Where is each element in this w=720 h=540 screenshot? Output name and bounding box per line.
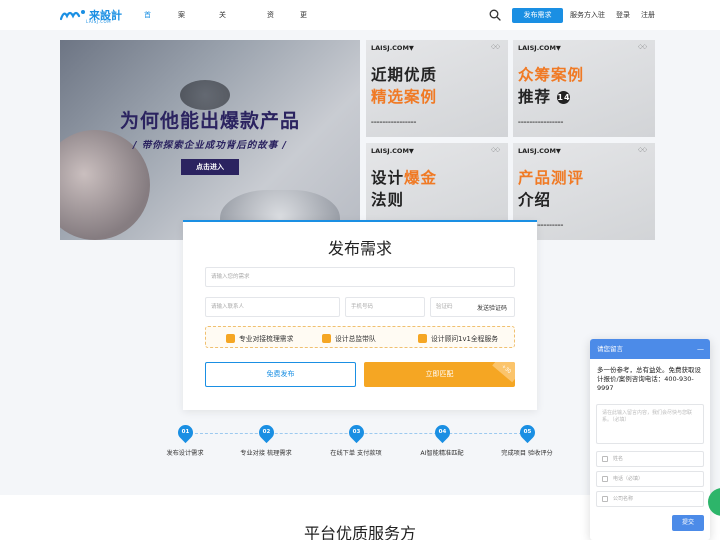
location-pin-icon: 04 [431, 421, 453, 444]
chat-submit-button[interactable]: 提交 [672, 515, 704, 531]
card-title-part: 爆金 [404, 169, 438, 187]
top-header: 来設計 LAISJ.COM 首页 案例库 关于我们 资讯 更多 发布需求 服务方… [0, 0, 720, 109]
chat-name-input[interactable]: 姓名 [596, 451, 704, 467]
chat-company-input[interactable]: 公司名称 [596, 491, 704, 507]
minimize-icon[interactable]: — [697, 339, 704, 359]
card-logo-icon: ◌◌ [491, 147, 500, 153]
chat-phone-placeholder: 电话（必填） [613, 476, 644, 482]
login-link[interactable]: 登录 [616, 0, 630, 30]
logo-subtitle: LAISJ.COM [86, 19, 112, 24]
form-title: 发布需求 [327, 239, 392, 258]
step-label: 在线下单 支付款项 [330, 450, 382, 457]
building-icon [602, 496, 608, 502]
phone-input[interactable]: 手机号码 [345, 297, 425, 317]
contact-input[interactable]: 请输入联系人 [205, 297, 340, 317]
logo-mark-icon [60, 10, 85, 21]
step-item: 04 AI智能精准匹配 [412, 421, 472, 457]
person-icon [226, 333, 235, 343]
send-code-button[interactable]: 发送验证码 [470, 299, 514, 319]
step-number: 04 [438, 429, 446, 435]
step-number: 01 [181, 429, 189, 435]
match-label: 立即匹配 [425, 370, 454, 378]
requirement-input[interactable]: 请输入您的需求 [205, 267, 515, 287]
feature-label: 设计顾问1v1全程服务 [431, 335, 499, 343]
location-pin-icon: 01 [174, 421, 196, 444]
card-title-line2: 精选案例 [371, 88, 438, 106]
location-pin-icon: 03 [345, 421, 367, 444]
provider-join-link[interactable]: 服务方入驻 [570, 0, 605, 30]
card-title-line1: 产品测评 [518, 169, 585, 187]
phone-icon [602, 476, 608, 482]
feature-item: 设计顾问1v1全程服务 [418, 327, 498, 349]
card-fine-print: ▬▬▬▬▬▬▬▬▬▬▬▬▬▬▬▬ [371, 120, 417, 124]
step-item: 02 专业对接 梳理需求 [236, 421, 296, 457]
step-label: 专业对接 梳理需求 [240, 450, 292, 457]
search-icon[interactable] [489, 9, 501, 21]
instant-match-button[interactable]: 立即匹配 +30 [364, 362, 515, 387]
free-publish-button[interactable]: 免费发布 [205, 362, 356, 387]
chat-message-textarea[interactable]: 请在此输入留言内容，我们会尽快与您联系。（必填） [596, 404, 704, 444]
card-brand: LAISJ.COM▼ [371, 147, 414, 155]
request-form-panel: 发布需求 请输入您的需求 请输入联系人 手机号码 验证码 发送验证码 专业对接梳… [183, 220, 537, 410]
chat-widget: 请您留言 — 多一份参考，总有益处。免费获取设计报价/案例咨询电话：400-93… [590, 339, 710, 540]
card-title-line2: 推荐 14 [518, 85, 571, 107]
register-link[interactable]: 注册 [641, 0, 655, 30]
card-title-line1: 众筹案例 [518, 66, 585, 84]
chat-company-placeholder: 公司名称 [613, 496, 634, 502]
publish-request-button[interactable]: 发布需求 [512, 8, 563, 23]
issue-badge: 14 [557, 91, 571, 104]
card-fine-print: ▬▬▬▬▬▬▬▬▬▬▬▬▬▬▬▬ [518, 120, 564, 124]
step-number: 05 [523, 429, 531, 435]
match-tag: +30 [492, 362, 515, 383]
card-brand: LAISJ.COM▼ [518, 147, 561, 155]
hero-enter-button[interactable]: 点击进入 [181, 159, 239, 175]
hero-banner[interactable]: 为何他能出爆款产品 / 带你探索企业成功背后的故事 / 点击进入 [60, 40, 360, 240]
chat-title: 请您留言 [597, 345, 623, 353]
step-item: 05 完成项目 验收评分 [497, 421, 557, 457]
step-label: 发布设计需求 [166, 450, 204, 457]
process-steps: 01 发布设计需求 02 专业对接 梳理需求 03 在线下单 支付款项 04 A… [155, 421, 565, 465]
location-pin-icon: 05 [516, 421, 538, 444]
card-title-line2: 法则 [371, 191, 405, 209]
step-label: AI智能精准匹配 [420, 450, 464, 457]
hero-title: 为何他能出爆款产品 [119, 110, 300, 132]
promo-card-featured-cases[interactable]: LAISJ.COM▼ ◌◌ 近期优质 精选案例 ▬▬▬▬▬▬▬▬▬▬▬▬▬▬▬▬ [366, 40, 508, 137]
step-item: 03 在线下单 支付款项 [326, 421, 386, 457]
step-number: 02 [262, 429, 270, 435]
step-number: 03 [352, 429, 360, 435]
chat-name-placeholder: 姓名 [613, 456, 624, 462]
director-icon [322, 333, 331, 343]
chat-header: 请您留言 — [590, 339, 710, 359]
card-brand: LAISJ.COM▼ [371, 44, 414, 52]
feature-label: 设计总监带队 [335, 335, 376, 343]
card-logo-icon: ◌◌ [638, 44, 647, 50]
card-title-text: 推荐 [518, 88, 552, 106]
chat-message: 多一份参考，总有益处。免费获取设计报价/案例咨询电话：400-930-9997 [597, 366, 701, 392]
chat-phone-input[interactable]: 电话（必填） [596, 471, 704, 487]
card-logo-icon: ◌◌ [491, 44, 500, 50]
promo-card-crowdfunding[interactable]: LAISJ.COM▼ ◌◌ 众筹案例 推荐 14 ▬▬▬▬▬▬▬▬▬▬▬▬▬▬▬… [513, 40, 655, 137]
step-item: 01 发布设计需求 [155, 421, 215, 457]
card-title-part: 设计 [371, 169, 405, 187]
feature-item: 专业对接梳理需求 [226, 327, 293, 349]
location-pin-icon: 02 [255, 421, 277, 444]
step-label: 完成项目 验收评分 [501, 450, 553, 457]
feature-item: 设计总监带队 [322, 327, 376, 349]
feature-label: 专业对接梳理需求 [239, 335, 294, 343]
card-title-line2: 介绍 [518, 191, 552, 209]
card-title-line1: 设计爆金 [371, 166, 437, 188]
hero-subtitle: / 带你探索企业成功背后的故事 / [132, 140, 288, 151]
feature-strip: 专业对接梳理需求 设计总监带队 设计顾问1v1全程服务 [205, 326, 515, 348]
user-icon [602, 456, 608, 462]
consultant-icon [418, 333, 427, 343]
card-brand: LAISJ.COM▼ [518, 44, 561, 52]
card-title-line1: 近期优质 [371, 66, 438, 84]
card-logo-icon: ◌◌ [638, 147, 647, 153]
